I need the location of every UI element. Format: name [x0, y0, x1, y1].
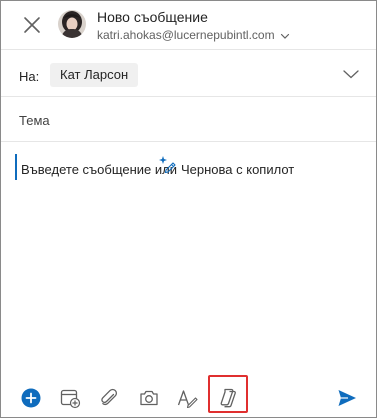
- insert-calendar-button[interactable]: [59, 387, 81, 409]
- text-caret: [15, 154, 17, 180]
- add-button[interactable]: [20, 387, 42, 409]
- avatar: [58, 10, 86, 38]
- subject-input[interactable]: Тема: [19, 113, 50, 128]
- account-selector[interactable]: katri.ahokas@lucernepubintl.com: [97, 28, 290, 43]
- copilot-button-highlight: [208, 375, 248, 413]
- chevron-down-icon: [343, 70, 359, 79]
- text-format-icon: [177, 390, 198, 409]
- draft-with-copilot-link[interactable]: Чернова с копилот: [181, 162, 294, 177]
- to-label: На:: [19, 69, 40, 84]
- close-button[interactable]: [21, 14, 43, 36]
- message-body-placeholder: Въведете съобщение или: [21, 162, 178, 177]
- compose-title: Ново съобщение: [97, 9, 208, 25]
- recipient-chip[interactable]: Кат Ларсон: [50, 63, 139, 87]
- camera-button[interactable]: [138, 387, 160, 409]
- close-icon: [24, 17, 40, 33]
- send-button[interactable]: [336, 387, 358, 409]
- format-text-button[interactable]: [176, 387, 198, 409]
- compose-window: Ново съобщение katri.ahokas@lucernepubin…: [0, 0, 377, 418]
- send-icon: [338, 390, 356, 406]
- chevron-down-icon: [280, 33, 290, 39]
- compose-header: Ново съобщение katri.ahokas@lucernepubin…: [1, 1, 376, 49]
- attach-button[interactable]: [98, 387, 120, 409]
- plus-circle-icon: [21, 388, 41, 408]
- compose-toolbar: [1, 373, 376, 417]
- header-divider: [1, 49, 376, 50]
- paperclip-icon: [101, 388, 118, 406]
- account-email: katri.ahokas@lucernepubintl.com: [97, 28, 275, 42]
- copilot-sparkle-icon: [158, 155, 176, 174]
- expand-recipients-button[interactable]: [342, 67, 360, 81]
- camera-icon: [140, 390, 158, 406]
- to-divider: [1, 96, 376, 97]
- calendar-add-icon: [60, 389, 81, 409]
